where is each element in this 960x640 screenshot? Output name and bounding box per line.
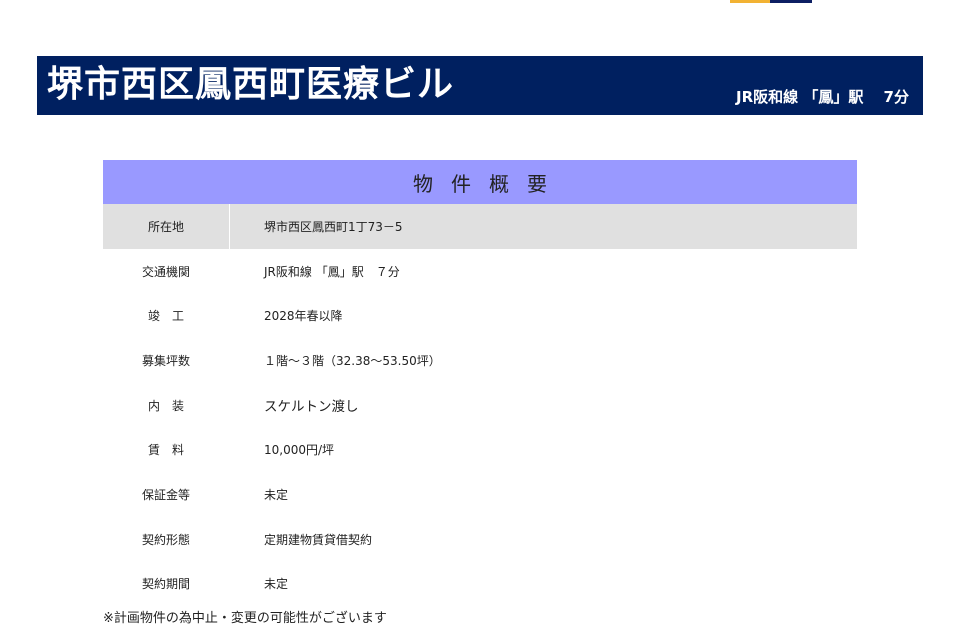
row-value: 未定 [264,577,289,592]
row-label: 所在地 [103,204,230,249]
row-value: 堺市西区鳳西町1丁73－5 [264,219,403,234]
row-label: 交通機関 [141,264,190,279]
summary-heading: 物件概要 [103,160,857,204]
table-row: 契約期間 未定 [103,562,857,607]
table-row: 募集坪数 １階～３階（32.38～53.50坪） [103,338,857,383]
table-row: 所在地 堺市西区鳳西町1丁73－5 [103,204,857,249]
row-label: 賃 料 [147,443,184,458]
row-value: 定期建物賃貸借契約 [264,532,373,547]
row-value: 10,000円/坪 [264,443,335,458]
station-access: JR阪和線 「鳳」駅 7分 [735,88,909,106]
property-title: 堺市西区鳳西町医療ビル [47,64,455,105]
accent-navy [770,0,812,3]
row-value: JR阪和線 「鳳」駅 ７分 [264,264,400,279]
row-value: 未定 [264,487,289,502]
row-label: 内 装 [147,398,184,413]
table-row: 契約形態 定期建物賃貸借契約 [103,517,857,562]
row-value: 2028年春以降 [264,309,343,324]
table-row: 竣 工 2028年春以降 [103,293,857,338]
table-row: 内 装 スケルトン渡し [103,383,857,428]
row-label: 契約期間 [141,577,190,592]
table-row: 賃 料 10,000円/坪 [103,427,857,472]
disclaimer-note: ※計画物件の為中止・変更の可能性がございます [103,611,387,626]
property-header: 堺市西区鳳西町医療ビル JR阪和線 「鳳」駅 7分 [37,56,923,115]
table-row: 保証金等 未定 [103,472,857,517]
table-row: 交通機関 JR阪和線 「鳳」駅 ７分 [103,249,857,294]
row-label: 契約形態 [141,532,190,547]
top-accent-bar [730,0,812,3]
accent-orange [730,0,770,3]
property-summary-table: 物件概要 所在地 堺市西区鳳西町1丁73－5 交通機関 JR阪和線 「鳳」駅 ７… [103,160,857,606]
row-label: 募集坪数 [141,353,190,368]
row-value: スケルトン渡し [264,399,359,416]
page: 堺市西区鳳西町医療ビル JR阪和線 「鳳」駅 7分 物件概要 所在地 堺市西区鳳… [0,0,960,640]
row-label: 竣 工 [147,309,184,324]
row-value: １階～３階（32.38～53.50坪） [264,353,441,368]
row-label: 保証金等 [141,487,190,502]
